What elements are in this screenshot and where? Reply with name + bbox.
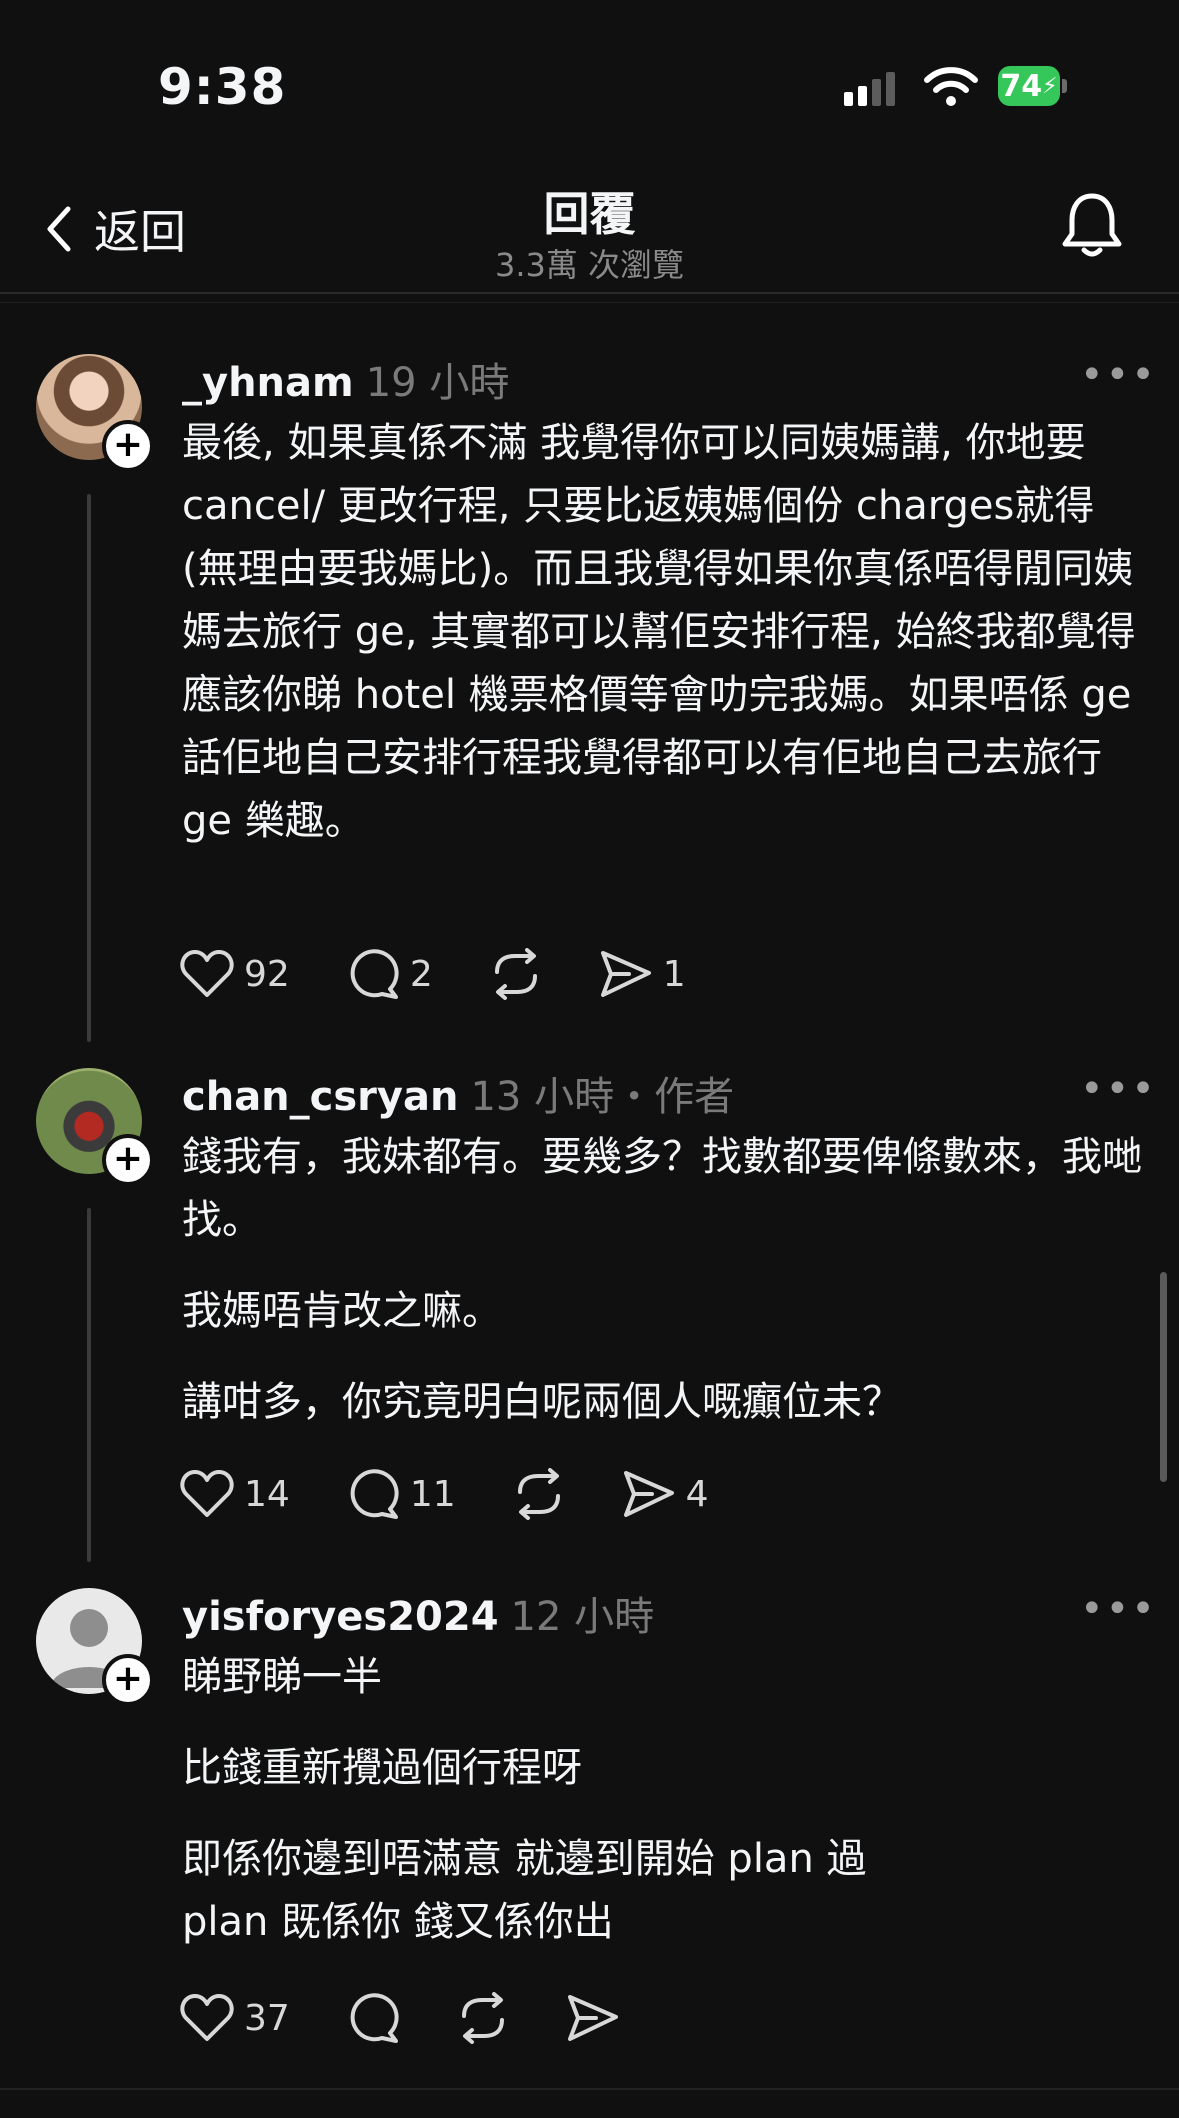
repost-icon bbox=[494, 948, 537, 1000]
comment-icon bbox=[350, 1993, 399, 2043]
reply-button[interactable]: 2 bbox=[346, 948, 433, 1000]
view-count: 3.3萬 次瀏覽 bbox=[494, 246, 685, 284]
header-divider-2 bbox=[0, 302, 1179, 303]
heart-icon bbox=[180, 1470, 234, 1517]
send-icon bbox=[600, 951, 651, 997]
reply-button[interactable]: 11 bbox=[346, 1468, 456, 1520]
wifi-icon bbox=[924, 67, 978, 106]
like-button[interactable]: 37 bbox=[180, 1993, 290, 2043]
repost-button[interactable] bbox=[489, 948, 543, 1000]
share-button[interactable] bbox=[566, 1993, 620, 2043]
cellular-signal-icon bbox=[844, 72, 895, 106]
comment-icon bbox=[350, 949, 399, 999]
post-time: 19 小時 bbox=[365, 360, 510, 406]
battery-indicator: 74 ⚡ bbox=[998, 66, 1060, 106]
bell-icon[interactable] bbox=[1060, 190, 1124, 260]
like-count: 37 bbox=[244, 1997, 290, 2039]
follow-button[interactable]: + bbox=[102, 1654, 154, 1706]
share-button[interactable]: 1 bbox=[599, 949, 686, 999]
username[interactable]: yisforyes2024 bbox=[182, 1594, 499, 1640]
bottom-divider bbox=[0, 2088, 1179, 2090]
like-button[interactable]: 92 bbox=[180, 949, 290, 999]
username[interactable]: chan_csryan bbox=[182, 1074, 458, 1120]
post-text: 最後, 如果真係不滿 我覺得你可以同姨媽講, 你地要 cancel/ 更改行程,… bbox=[182, 420, 1136, 844]
repost-button[interactable] bbox=[456, 1992, 510, 2044]
post-text: 睇野睇一半 bbox=[182, 1654, 382, 1700]
follow-button[interactable]: + bbox=[102, 420, 154, 472]
share-count: 4 bbox=[685, 1473, 709, 1515]
thread-line bbox=[87, 1208, 91, 1562]
post-text: 錢我有，我妹都有。要幾多？找數都要俾條數來，我哋找。 bbox=[182, 1134, 1142, 1243]
post-actions: 92 2 1 bbox=[180, 948, 742, 1000]
post-body: 最後, 如果真係不滿 我覺得你可以同姨媽講, 你地要 cancel/ 更改行程,… bbox=[182, 412, 1142, 881]
heart-icon bbox=[180, 1994, 234, 2041]
heart-icon bbox=[180, 950, 234, 997]
status-time: 9:38 bbox=[158, 58, 287, 116]
post-text: 即係你邊到唔滿意 就邊到開始 plan 過 plan 既係你 錢又係你出 bbox=[182, 1836, 867, 1945]
post-time: 12 小時 bbox=[510, 1594, 655, 1640]
thread-line bbox=[87, 494, 91, 1042]
post-body: 錢我有，我妹都有。要幾多？找數都要俾條數來，我哋找。 我媽唔肯改之嘛。 講咁多，… bbox=[182, 1126, 1142, 1462]
reply-count: 11 bbox=[409, 1473, 456, 1515]
post-actions: 37 bbox=[180, 1992, 676, 2044]
scrollbar[interactable] bbox=[1160, 1272, 1167, 1482]
comment-icon bbox=[350, 1469, 399, 1519]
more-icon[interactable]: ••• bbox=[1080, 1586, 1157, 1632]
post-text: 我媽唔肯改之嘛。 bbox=[182, 1288, 502, 1334]
like-button[interactable]: 14 bbox=[180, 1469, 290, 1519]
post-actions: 14 11 4 bbox=[180, 1468, 765, 1520]
more-icon[interactable]: ••• bbox=[1080, 1066, 1157, 1112]
reply-button[interactable] bbox=[346, 1992, 400, 2044]
share-count: 1 bbox=[662, 953, 686, 995]
reply-count: 2 bbox=[409, 953, 433, 995]
page-title: 回覆 bbox=[543, 187, 636, 241]
post-time: 13 小時・作者 bbox=[470, 1074, 735, 1120]
send-icon bbox=[567, 1995, 618, 2041]
more-icon[interactable]: ••• bbox=[1080, 352, 1157, 398]
like-count: 14 bbox=[244, 1473, 290, 1515]
repost-button[interactable] bbox=[512, 1468, 566, 1520]
post-text: 講咁多，你究竟明白呢兩個人嘅癲位未？ bbox=[182, 1379, 902, 1425]
send-icon bbox=[623, 1471, 674, 1517]
share-button[interactable]: 4 bbox=[622, 1469, 709, 1519]
header-divider bbox=[0, 292, 1179, 294]
post-text: 比錢重新攪過個行程呀 bbox=[182, 1745, 582, 1791]
like-count: 92 bbox=[244, 953, 290, 995]
repost-icon bbox=[461, 1992, 504, 2044]
battery-tip bbox=[1062, 79, 1067, 93]
username[interactable]: _yhnam bbox=[182, 360, 354, 406]
repost-icon bbox=[517, 1468, 560, 1520]
post-body: 睇野睇一半 比錢重新攪過個行程呀 即係你邊到唔滿意 就邊到開始 plan 過 p… bbox=[182, 1646, 962, 1982]
follow-button[interactable]: + bbox=[102, 1134, 154, 1186]
